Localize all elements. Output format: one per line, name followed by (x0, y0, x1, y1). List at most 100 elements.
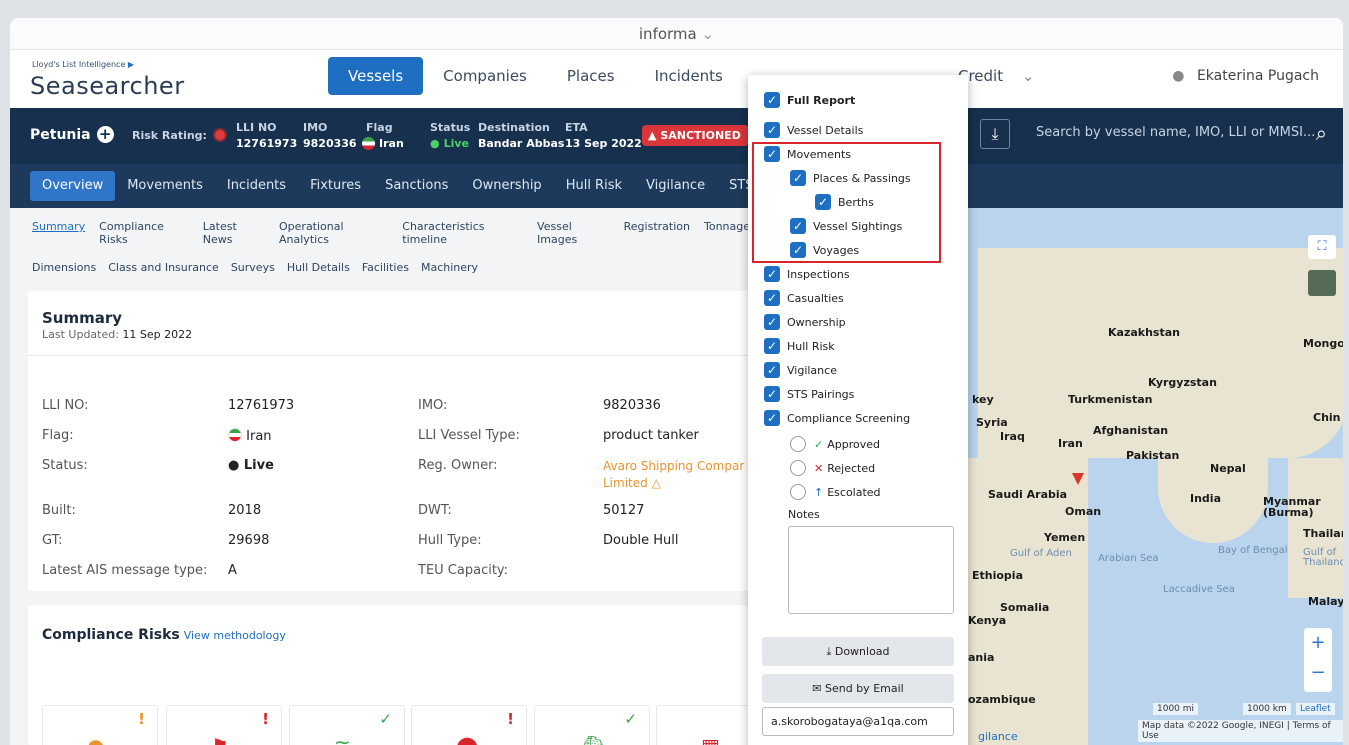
subtab-surveys[interactable]: Surveys (231, 261, 275, 274)
radio-icon (790, 484, 806, 500)
checkbox-compliance-screening[interactable]: ✓ Compliance Screening (764, 410, 910, 426)
checkbox-vigilance[interactable]: ✓ Vigilance (764, 362, 837, 378)
subtab-characteristics-timeline[interactable]: Characteristics timeline (402, 220, 523, 246)
download-button[interactable]: ⤓ (980, 119, 1010, 149)
vessel-search-input[interactable]: Search by vessel name, IMO, LLI or MMSI.… (1036, 125, 1315, 140)
sanctioned-badge[interactable]: ▲ SANCTIONED (642, 125, 749, 146)
nav-credit[interactable]: Credit ⌄ (958, 57, 1034, 95)
vessel-flag: Flag Iran (362, 121, 404, 150)
tab-ownership[interactable]: Ownership (460, 171, 553, 201)
map[interactable]: Kazakhstan Mongol Kyrgyzstan Turkmenista… (958, 208, 1343, 745)
value-reg-owner[interactable]: Avaro Shipping Compar Limited △ (603, 458, 744, 492)
nav-incidents[interactable]: Incidents (635, 57, 743, 95)
map-sea-label: Laccadive Sea (1163, 584, 1235, 595)
subtab-vessel-images[interactable]: Vessel Images (537, 220, 610, 246)
user-icon: ● (1172, 68, 1185, 84)
nav-companies[interactable]: Companies (423, 57, 547, 95)
warning-icon: ▲ (648, 129, 657, 142)
map-footer-link[interactable]: gilance (978, 730, 1018, 743)
vessel-marker-icon[interactable] (1072, 473, 1084, 485)
tab-hull-risk[interactable]: Hull Risk (554, 171, 634, 201)
arrow-up-icon: ↑ (814, 485, 824, 499)
download-icon: ⤓ (991, 124, 999, 143)
checkbox-hull-risk[interactable]: ✓ Hull Risk (764, 338, 835, 354)
subtab-facilities[interactable]: Facilities (362, 261, 409, 274)
map-attribution[interactable]: Map data ©2022 Google, INEGI | Terms of … (1138, 720, 1343, 742)
flag-icon: ⚑ (211, 734, 229, 745)
map-layer-thumbnail[interactable] (1308, 270, 1336, 296)
tab-vigilance[interactable]: Vigilance (634, 171, 717, 201)
nav-vessels[interactable]: Vessels (328, 57, 424, 95)
search-icon[interactable]: ⌕ (1316, 121, 1327, 145)
browser-top-strip: informa ⌄ (10, 18, 1343, 50)
checkbox-checked-icon: ✓ (764, 314, 780, 330)
checkbox-vessel-details[interactable]: ✓ Vessel Details (764, 122, 863, 138)
vessel-eta: ETA 13 Sep 2022 (565, 121, 642, 150)
radio-rejected[interactable]: ✕ Rejected (790, 460, 875, 476)
label-vessel-type: LLI Vessel Type: (418, 428, 520, 443)
add-icon[interactable]: + (96, 126, 114, 143)
subtab-dimensions[interactable]: Dimensions (32, 261, 96, 274)
tab-sanctions[interactable]: Sanctions (373, 171, 460, 201)
subtab-compliance-risks[interactable]: Compliance Risks (99, 220, 189, 246)
compliance-title: Compliance Risks View methodology (42, 627, 286, 643)
label-flag: Flag: (42, 428, 74, 443)
subtab-hull-details[interactable]: Hull Details (287, 261, 350, 274)
subtab-class-insurance[interactable]: Class and Insurance (108, 261, 219, 274)
download-report-button[interactable]: ⤓ Download (762, 637, 954, 666)
risk-tile[interactable]: !⚑ (166, 705, 282, 745)
chevron-down-icon: ⌄ (1021, 67, 1035, 85)
map-sea-label: Gulf of Aden (1010, 548, 1072, 559)
compliance-card: Compliance RisksView methodology !● !⚑ ✓… (28, 605, 772, 745)
value-dwt: 50127 (603, 503, 645, 518)
risk-tile[interactable]: ✓≋ (289, 705, 405, 745)
subtab-operational-analytics[interactable]: Operational Analytics (279, 220, 388, 246)
main-nav: Vessels Companies Places Incidents (328, 57, 743, 95)
label-imo: IMO: (418, 398, 448, 413)
tab-movements[interactable]: Movements (115, 171, 215, 201)
zoom-in-button[interactable]: + (1304, 628, 1332, 658)
subtab-machinery[interactable]: Machinery (421, 261, 478, 274)
map-label: Nepal (1210, 462, 1246, 475)
label-dwt: DWT: (418, 503, 452, 518)
fullscreen-icon[interactable]: ⛶ (1308, 235, 1336, 259)
checkbox-ownership[interactable]: ✓ Ownership (764, 314, 846, 330)
vessel-name: Petunia + (30, 126, 114, 143)
subtab-summary[interactable]: Summary (32, 220, 85, 246)
view-methodology-link[interactable]: View methodology (184, 629, 286, 642)
nav-places[interactable]: Places (547, 57, 635, 95)
risk-tile[interactable]: ✓⛴ (534, 705, 650, 745)
map-label: Oman (1065, 505, 1102, 518)
risk-tile[interactable]: !● (42, 705, 158, 745)
map-label: Malay (1308, 595, 1343, 608)
label-status: Status: (42, 458, 88, 473)
user-menu[interactable]: ● Ekaterina Pugach (1172, 57, 1319, 95)
tab-overview[interactable]: Overview (30, 171, 116, 201)
checkbox-inspections[interactable]: ✓ Inspections (764, 266, 850, 282)
subtab-latest-news[interactable]: Latest News (203, 220, 265, 246)
zoom-out-button[interactable]: − (1304, 658, 1332, 688)
map-label: Turkmenistan (1068, 393, 1153, 406)
checkbox-checked-icon: ✓ (764, 338, 780, 354)
checkbox-sts-pairings[interactable]: ✓ STS Pairings (764, 386, 854, 402)
risk-tile[interactable]: !⬤ (411, 705, 527, 745)
subtab-tonnage[interactable]: Tonnage (704, 220, 750, 246)
scale-km: 1000 km (1243, 703, 1291, 715)
email-input[interactable]: a.skorobogataya@a1qa.com (762, 707, 954, 736)
tab-fixtures[interactable]: Fixtures (298, 171, 373, 201)
send-email-button[interactable]: ✉ Send by Email (762, 674, 954, 703)
logo[interactable]: Seasearcher (30, 72, 185, 100)
leaflet-link[interactable]: Leaflet (1296, 703, 1335, 715)
risk-dot-icon (212, 128, 227, 142)
subtab-registration[interactable]: Registration (624, 220, 690, 246)
checkbox-casualties[interactable]: ✓ Casualties (764, 290, 844, 306)
checkbox-full-report[interactable]: ✓ Full Report (764, 92, 855, 108)
notes-textarea[interactable] (788, 526, 954, 614)
tab-incidents[interactable]: Incidents (215, 171, 298, 201)
map-label: Ethiopia (972, 569, 1023, 582)
iran-flag-icon (228, 428, 242, 442)
radio-approved[interactable]: ✓ Approved (790, 436, 880, 452)
radio-escalated[interactable]: ↑ Escolated (790, 484, 881, 500)
zoom-control: + − (1304, 628, 1332, 692)
chevron-down-icon[interactable]: ⌄ (702, 25, 715, 43)
